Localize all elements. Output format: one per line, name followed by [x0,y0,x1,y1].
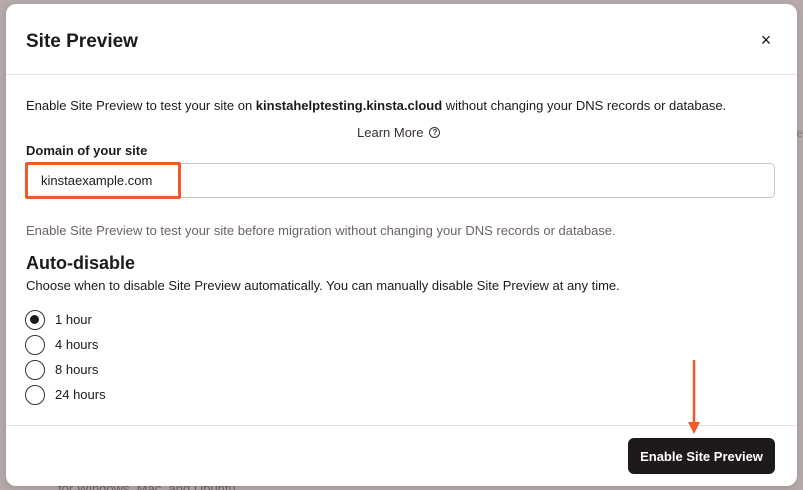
intro-prefix: Enable Site Preview to test your site on [26,98,256,113]
intro-suffix: without changing your DNS records or dat… [442,98,727,113]
modal-footer: Enable Site Preview [6,425,797,486]
domain-helper-text: Enable Site Preview to test your site be… [26,223,616,238]
learn-more-link[interactable]: Learn More ? [357,125,441,140]
backdrop-edge-text: e [796,126,803,140]
radio-label: 4 hours [55,337,99,352]
help-icon: ? [429,127,441,138]
enable-site-preview-button[interactable]: Enable Site Preview [628,438,775,474]
auto-disable-options: 1 hour 4 hours 8 hours 24 hours [25,307,106,407]
radio-label: 24 hours [55,387,106,402]
close-icon[interactable]: × [757,31,775,50]
radio-option-8-hours[interactable]: 8 hours [25,357,106,382]
intro-text: Enable Site Preview to test your site on… [26,98,726,113]
radio-label: 1 hour [55,312,92,327]
modal-header: Site Preview × [6,4,797,75]
auto-disable-description: Choose when to disable Site Preview auto… [26,278,620,293]
modal-title: Site Preview [26,31,138,52]
radio-option-1-hour[interactable]: 1 hour [25,307,106,332]
domain-input[interactable] [26,163,775,198]
site-preview-modal: Site Preview × Enable Site Preview to te… [6,4,797,486]
auto-disable-title: Auto-disable [26,253,136,273]
intro-domain: kinstahelptesting.kinsta.cloud [255,98,443,113]
radio-button[interactable] [25,334,45,355]
radio-button[interactable] [25,384,45,405]
learn-more-label: Learn More [357,125,424,140]
radio-option-24-hours[interactable]: 24 hours [25,382,106,407]
radio-button[interactable] [25,359,45,380]
radio-label: 8 hours [55,362,99,377]
radio-option-4-hours[interactable]: 4 hours [25,332,106,357]
domain-field-label: Domain of your site [26,143,148,158]
radio-button-checked[interactable] [25,309,45,330]
